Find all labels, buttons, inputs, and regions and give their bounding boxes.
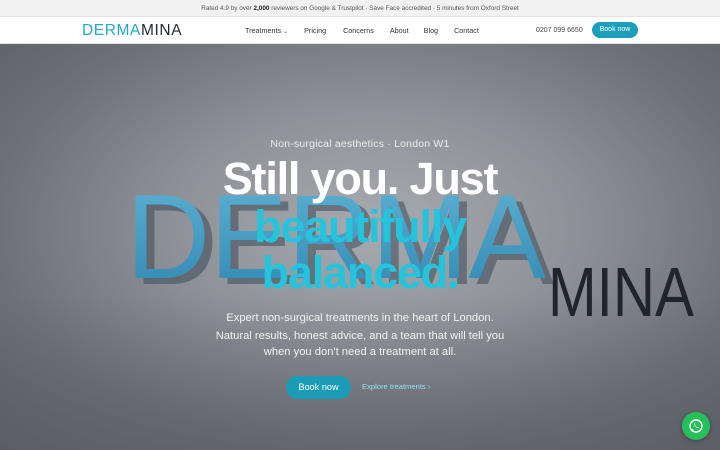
hero-subtext-line3: when you don't need a treatment at all. (263, 346, 457, 358)
nav-item-about[interactable]: About (390, 26, 409, 35)
header-book-button[interactable]: Book now (592, 22, 638, 38)
hero-section: DERMA DERMA MINA Non-surgical aesthetics… (0, 44, 720, 450)
hero-book-button[interactable]: Book now (286, 376, 351, 399)
announcement-bar: Rated 4.9 by over 2,000 reviewers on Goo… (0, 0, 720, 17)
nav-item-treatments-label: Treatments (245, 26, 282, 35)
hero-headline-line1: Still you. Just (222, 153, 499, 204)
nav-item-treatments[interactable]: Treatments ⌄ (245, 26, 288, 35)
logo-mina: MINA (140, 22, 183, 39)
announcement-count: 2,000 (253, 5, 270, 12)
hero-headline-line2: beautifully (254, 201, 467, 252)
hero-subtext-line1: Expert non-surgical treatments in the he… (226, 312, 494, 324)
nav-item-blog[interactable]: Blog (424, 26, 438, 35)
whatsapp-button[interactable] (682, 412, 710, 440)
hero-eyebrow: Non-surgical aesthetics · London W1 (270, 138, 450, 150)
explore-treatments-link[interactable]: Explore treatments › (362, 382, 430, 391)
hero-subtext-line2: Natural results, honest advice, and a te… (215, 330, 505, 342)
site-header: DERMAMINA Treatments ⌄ Pricing Concerns A… (0, 17, 720, 44)
announcement-prefix: Rated 4.9 by over (201, 5, 252, 12)
chevron-down-icon: ⌄ (283, 29, 289, 35)
logo-derma: DERMA (82, 22, 141, 39)
nav-item-contact[interactable]: Contact (454, 26, 479, 35)
announcement-suffix: reviewers on Google & Trustpilot · Save … (271, 5, 519, 12)
logo[interactable]: DERMAMINA (82, 22, 182, 39)
whatsapp-icon (689, 419, 703, 433)
nav-item-pricing[interactable]: Pricing (304, 26, 326, 35)
hero-headline-line3: balanced. (261, 247, 460, 298)
phone-link[interactable]: 0207 099 6650 (536, 17, 583, 44)
nav-item-concerns[interactable]: Concerns (343, 26, 374, 35)
main-menu: Treatments ⌄ Pricing Concerns About Blog … (245, 17, 479, 44)
